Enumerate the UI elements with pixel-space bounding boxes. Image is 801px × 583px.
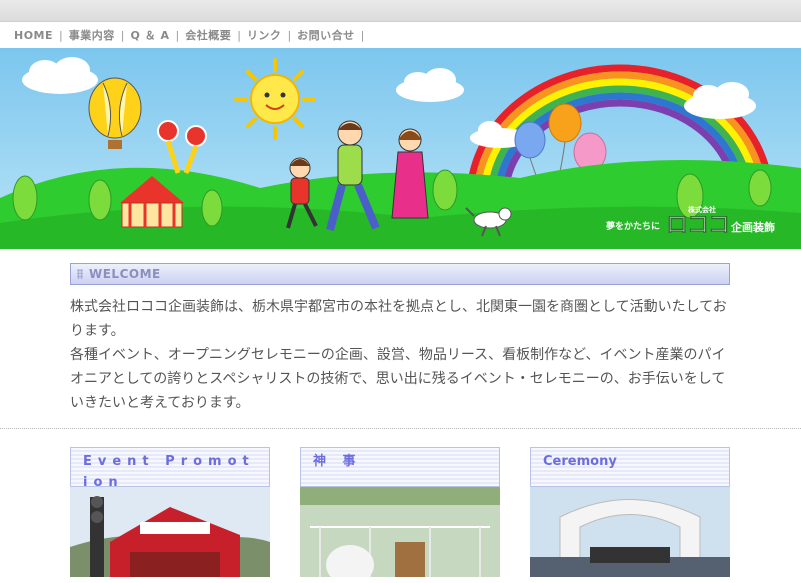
intro-paragraph-1: 株式会社ロココ企画装飾は、栃木県宇都宮市の本社を拠点とし、北関東一園を商圏として… [70,299,727,339]
company-logo[interactable]: 夢をかたちに 株式会社 ロココ 企画装飾 [606,205,775,237]
tagline: 夢をかたちに [605,222,660,232]
card-event-promotion[interactable]: Event Promotion [70,447,270,577]
event-photo[interactable] [70,487,270,577]
browser-top-bar [0,0,801,22]
card-ceremony[interactable]: Ceremony [530,447,730,577]
shinto-photo[interactable] [300,487,500,577]
card-shinto-ceremony[interactable]: 神 事 [300,447,500,577]
dots-icon [77,269,83,279]
ceremony-photo[interactable] [530,487,730,577]
main-content: WELCOME 株式会社ロココ企画装飾は、栃木県宇都宮市の本社を拠点とし、北関東… [70,263,730,415]
card-header: 神 事 [300,447,500,487]
welcome-title: WELCOME [89,267,161,281]
sun-illustration [234,58,316,140]
nav-links[interactable]: リンク [241,27,288,43]
nav-company[interactable]: 会社概要 [179,27,237,43]
intro-paragraph-2: 各種イベント、オープニングセレモニーの企画、設営、物品リース、看板制作など、イベ… [70,347,726,411]
card-header: Event Promotion [70,447,270,490]
nav-contact[interactable]: お問い合せ [291,27,361,43]
nav-business[interactable]: 事業内容 [63,27,121,43]
main-nav: HOME | 事業内容 | Q ＆ A | 会社概要 | リンク | お問い合せ… [0,22,801,48]
nav-qa[interactable]: Q ＆ A [124,27,175,43]
company-suffix: 企画装飾 [731,221,775,234]
card-title[interactable]: Ceremony [543,454,617,469]
section-divider [0,428,801,429]
card-title[interactable]: 神 事 [313,454,362,469]
welcome-header: WELCOME [70,263,730,285]
hero-banner: 夢をかたちに 株式会社 ロココ 企画装飾 [0,48,801,249]
nav-home[interactable]: HOME [8,29,59,42]
intro-text: 株式会社ロココ企画装飾は、栃木県宇都宮市の本社を拠点とし、北関東一園を商圏として… [70,295,730,415]
logo-wordmark: ロココ [665,213,731,238]
card-header: Ceremony [530,447,730,487]
nav-separator: | [360,28,365,42]
card-title[interactable]: Event Promotion [83,454,255,490]
service-cards: Event Promotion 神 事 Ceremony [70,447,730,577]
